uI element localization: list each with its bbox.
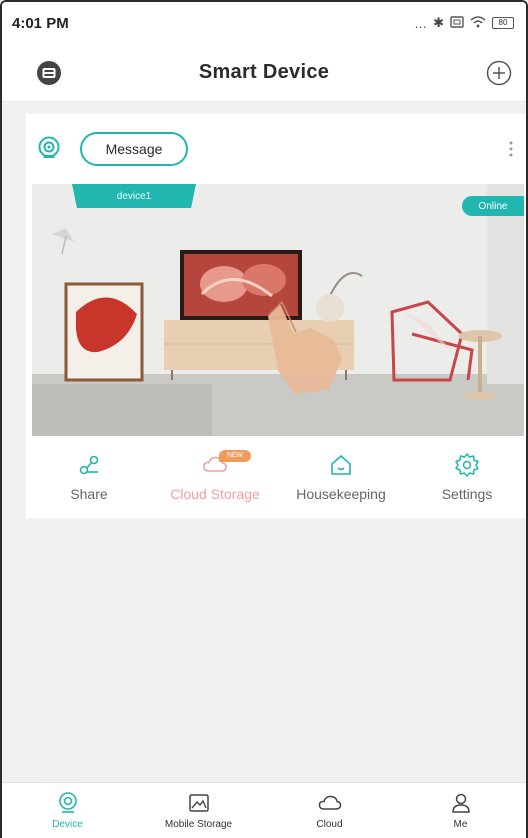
- message-button[interactable]: Message: [80, 132, 188, 166]
- nav-item-cloud[interactable]: Cloud: [264, 783, 395, 838]
- person-icon: [451, 793, 470, 813]
- app-screen: 4:01 PM … ✱ 80 Smart Device Message devi…: [0, 0, 528, 838]
- add-circle-icon[interactable]: [486, 60, 512, 86]
- camera-icon: [38, 136, 60, 158]
- battery-icon: 80: [492, 17, 514, 29]
- share-label: Share: [70, 486, 108, 502]
- wifi-icon: [470, 15, 486, 31]
- online-status-badge: Online: [462, 196, 524, 216]
- scan-box-icon[interactable]: [36, 60, 62, 86]
- settings-label: Settings: [441, 486, 493, 502]
- new-badge: NEW: [219, 450, 251, 462]
- living-room-image: [32, 184, 524, 436]
- nav-label-mobile-storage: Mobile Storage: [164, 819, 233, 830]
- device-card-header: Message: [26, 114, 526, 182]
- cloud-storage-label: Cloud Storage: [170, 486, 260, 502]
- cloud-icon: [318, 795, 341, 810]
- cloud-storage-action[interactable]: NEW Cloud Storage: [152, 436, 278, 518]
- camera-icon: [58, 792, 77, 813]
- device-card: Message device1 Online Share NEW Cloud S…: [26, 114, 526, 518]
- sim-icon: [450, 15, 464, 31]
- page-title: Smart Device: [198, 61, 330, 83]
- more-dots-icon: …: [414, 15, 428, 31]
- nav-label-device: Device: [52, 819, 83, 830]
- nav-label-cloud: Cloud: [316, 819, 343, 830]
- home-icon: [331, 455, 351, 475]
- share-action[interactable]: Share: [26, 436, 152, 518]
- share-icon: [79, 455, 99, 475]
- housekeeping-label: Housekeeping: [296, 486, 386, 502]
- status-time: 4:01 PM: [12, 14, 69, 32]
- more-vertical-icon[interactable]: [506, 138, 516, 160]
- status-icons: … ✱ 80: [414, 15, 514, 31]
- nav-label-me: Me: [453, 819, 468, 830]
- housekeeping-action[interactable]: Housekeeping: [278, 436, 404, 518]
- bluetooth-icon: ✱: [433, 15, 444, 30]
- nav-item-mobile-storage[interactable]: Mobile Storage: [133, 783, 264, 838]
- app-header: Smart Device: [2, 44, 526, 102]
- gear-icon: [455, 453, 479, 477]
- status-bar: 4:01 PM … ✱ 80: [2, 2, 526, 44]
- settings-action[interactable]: Settings: [404, 436, 526, 518]
- image-icon: [188, 794, 209, 812]
- bottom-nav: Device Mobile Storage Cloud Me: [2, 782, 526, 838]
- device-actions: Share NEW Cloud Storage Housekeeping Set…: [26, 436, 526, 518]
- device-name-tag: device1: [72, 184, 196, 208]
- camera-preview[interactable]: device1 Online: [32, 184, 524, 436]
- nav-item-me[interactable]: Me: [395, 783, 526, 838]
- nav-item-device[interactable]: Device: [2, 783, 133, 838]
